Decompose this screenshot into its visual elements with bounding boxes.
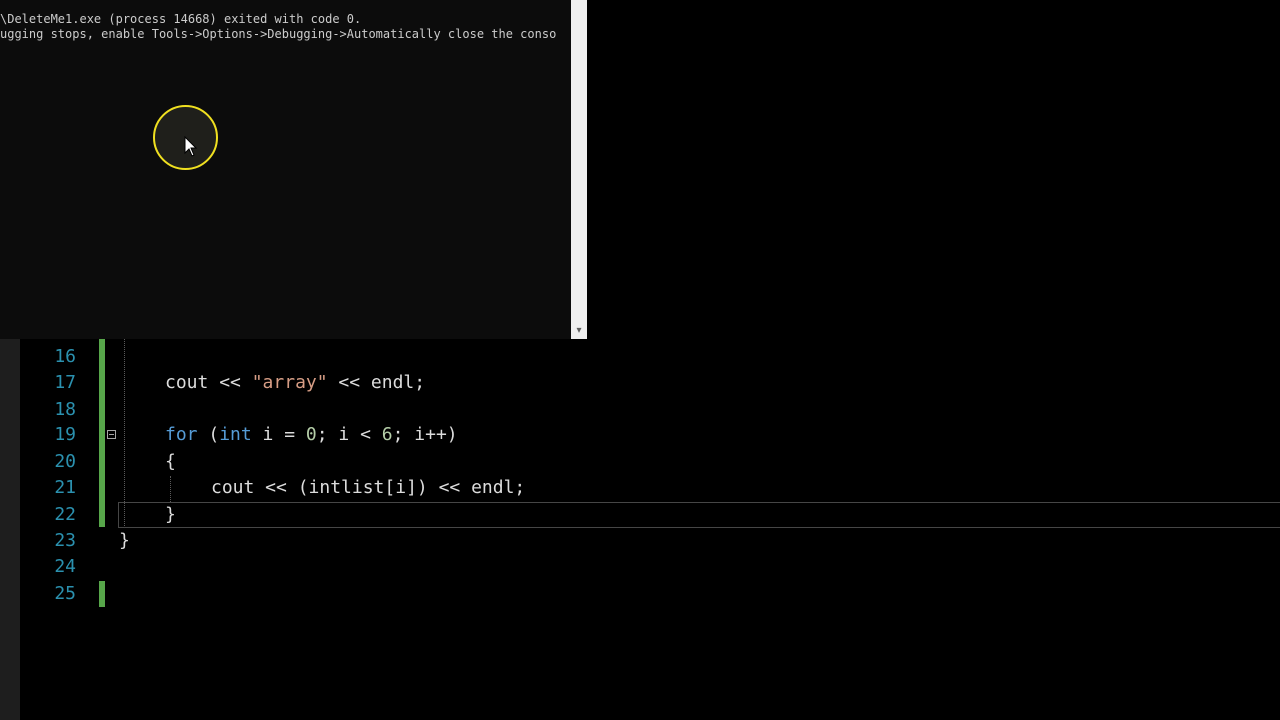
- code-line-17[interactable]: cout << "array" << endl;: [165, 370, 425, 396]
- line-number: 21: [54, 477, 76, 498]
- line-number: 25: [54, 583, 76, 604]
- indent-guide: [170, 476, 171, 502]
- code-operator: <<: [208, 372, 252, 393]
- change-marker: [99, 581, 105, 607]
- collapse-icon[interactable]: [107, 430, 116, 439]
- change-marker: [99, 338, 105, 527]
- code-brace: }: [165, 504, 176, 525]
- code-text: ; i++): [392, 424, 458, 445]
- console-scrollbar[interactable]: ▾: [571, 0, 587, 339]
- code-line-19[interactable]: for (int i = 0; i < 6; i++): [165, 422, 458, 448]
- editor-margin: [0, 338, 20, 720]
- code-number: 0: [305, 424, 317, 445]
- indent-guide: [124, 338, 125, 528]
- code-statement: cout << (intlist[i]) << endl;: [211, 477, 526, 498]
- line-number: 24: [54, 556, 76, 577]
- code-keyword-for: for: [165, 424, 198, 445]
- debug-console-window[interactable]: \DeleteMe1.exe (process 14668) exited wi…: [0, 0, 587, 339]
- line-number: 18: [54, 399, 76, 420]
- line-number: 20: [54, 451, 76, 472]
- scroll-down-arrow-icon[interactable]: ▾: [571, 325, 587, 337]
- line-number: 17: [54, 372, 76, 393]
- code-keyword-int: int: [219, 424, 252, 445]
- code-brace: {: [165, 451, 176, 472]
- console-output: \DeleteMe1.exe (process 14668) exited wi…: [0, 12, 570, 42]
- mouse-pointer-icon: [184, 136, 198, 157]
- code-text: ; i <: [316, 424, 382, 445]
- code-number: 6: [381, 424, 393, 445]
- code-text: i =: [251, 424, 306, 445]
- code-brace: }: [119, 530, 130, 551]
- console-line: ugging stops, enable Tools->Options->Deb…: [0, 27, 557, 41]
- code-line-20[interactable]: {: [165, 449, 176, 475]
- line-number: 16: [54, 346, 76, 367]
- code-line-22[interactable]: }: [165, 502, 176, 528]
- code-line-23[interactable]: }: [119, 528, 130, 554]
- code-string-literal: "array": [251, 372, 328, 393]
- code-line-21[interactable]: cout << (intlist[i]) << endl;: [211, 475, 525, 501]
- line-number: 23: [54, 530, 76, 551]
- code-identifier: cout: [165, 372, 209, 393]
- console-line: \DeleteMe1.exe (process 14668) exited wi…: [0, 12, 362, 26]
- line-number: 22: [54, 504, 76, 525]
- line-number: 19: [54, 424, 76, 445]
- code-punct: (: [197, 424, 220, 445]
- code-operator: << endl;: [327, 372, 426, 393]
- current-line-highlight: [118, 502, 1280, 528]
